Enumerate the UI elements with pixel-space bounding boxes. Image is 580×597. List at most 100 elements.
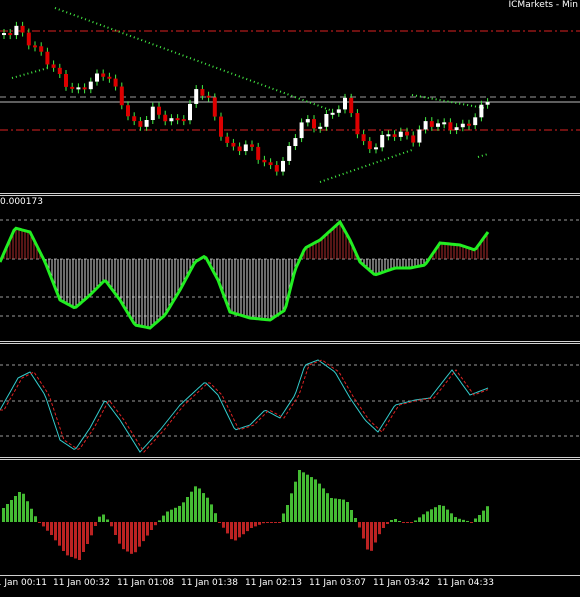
momentum-bar <box>14 496 17 522</box>
momentum-bar <box>122 522 125 550</box>
momentum-bar <box>198 488 201 522</box>
candle <box>132 116 137 122</box>
momentum-bar <box>242 522 245 535</box>
momentum-bar <box>18 492 21 522</box>
momentum-bar <box>342 499 345 522</box>
momentum-bar <box>362 522 365 539</box>
candle <box>163 114 168 122</box>
momentum-bar <box>254 522 257 527</box>
momentum-bar <box>270 522 273 523</box>
time-label: 11 Jan 00:32 <box>53 578 110 588</box>
momentum-bar <box>150 522 153 530</box>
candle <box>361 134 366 142</box>
candle <box>8 33 13 36</box>
trendline <box>54 7 331 111</box>
momentum-bar <box>246 522 249 532</box>
candle <box>212 97 217 117</box>
trendline <box>477 153 489 158</box>
time-label: 11 Jan 03:42 <box>373 578 430 588</box>
candle <box>45 51 50 65</box>
candle <box>380 134 385 148</box>
candle <box>39 46 44 52</box>
momentum-bar <box>138 522 141 547</box>
candle <box>101 73 106 77</box>
candle <box>398 131 403 137</box>
stochastic-main-line <box>0 359 489 453</box>
momentum-bar <box>118 522 121 544</box>
momentum-bar <box>162 515 165 522</box>
price-levels <box>0 30 580 131</box>
oscillator-histogram <box>0 222 488 328</box>
momentum-bar <box>206 497 209 522</box>
momentum-bar <box>82 522 85 552</box>
momentum-bar <box>2 508 5 522</box>
candle <box>107 76 112 79</box>
candle <box>219 116 223 137</box>
candle <box>250 144 254 147</box>
candle <box>225 136 230 143</box>
momentum-bar <box>390 520 393 522</box>
momentum-bar <box>322 488 325 522</box>
momentum-bar <box>42 522 45 527</box>
momentum-bar <box>10 500 13 522</box>
momentum-bar <box>338 499 341 522</box>
momentum-bar <box>166 511 169 522</box>
momentum-bar <box>350 510 353 522</box>
candle <box>243 144 248 152</box>
momentum-bar <box>474 518 477 522</box>
momentum-bar <box>90 522 93 536</box>
candle <box>336 109 341 113</box>
momentum-bar <box>66 522 69 556</box>
momentum-bar <box>182 502 185 522</box>
momentum-bar <box>434 507 437 522</box>
candle <box>479 104 484 118</box>
momentum-bar <box>178 505 181 522</box>
momentum-bar <box>426 511 429 522</box>
candle <box>26 32 31 46</box>
momentum-bar <box>438 505 441 522</box>
time-axis: 11 Jan 00:11 11 Jan 00:32 11 Jan 01:08 1… <box>0 576 580 593</box>
candle <box>349 97 354 114</box>
momentum-bar <box>278 522 281 523</box>
momentum-bar <box>130 522 133 554</box>
momentum-bar <box>98 516 101 522</box>
momentum-bar <box>366 522 369 550</box>
momentum-bar <box>222 522 225 528</box>
candle <box>330 112 335 115</box>
candle <box>157 106 161 115</box>
momentum-bar <box>226 522 229 534</box>
candle <box>460 123 465 128</box>
momentum-bar <box>314 479 317 522</box>
candle <box>405 131 409 136</box>
candle <box>473 117 478 126</box>
trendline <box>319 149 413 183</box>
candle <box>150 106 155 121</box>
candle <box>417 129 422 143</box>
momentum-bar <box>158 520 161 522</box>
momentum-bar <box>70 522 73 557</box>
momentum-bar <box>454 517 457 522</box>
momentum-bar <box>34 516 37 522</box>
momentum-bar <box>414 520 417 522</box>
momentum-bar <box>354 518 357 522</box>
momentum-bar <box>22 493 25 522</box>
momentum-bar <box>286 505 289 522</box>
momentum-bar <box>26 501 29 522</box>
momentum-bar <box>170 509 173 522</box>
momentum-bar <box>74 522 77 559</box>
candle <box>64 74 68 87</box>
momentum-bar <box>234 522 237 541</box>
momentum-bar <box>382 522 385 528</box>
momentum-bar <box>38 522 41 523</box>
candle <box>175 118 180 121</box>
momentum-bar <box>214 513 217 522</box>
trading-chart[interactable]: ICMarkets - Min 0.000173 11 Jan 00:11 11… <box>0 0 580 593</box>
momentum-bar <box>478 515 481 522</box>
candle <box>485 102 490 105</box>
momentum-bar <box>378 522 381 535</box>
candle <box>287 146 292 161</box>
candle <box>126 105 130 117</box>
momentum-bar <box>86 522 89 544</box>
candle <box>467 123 471 126</box>
candle <box>386 134 391 137</box>
